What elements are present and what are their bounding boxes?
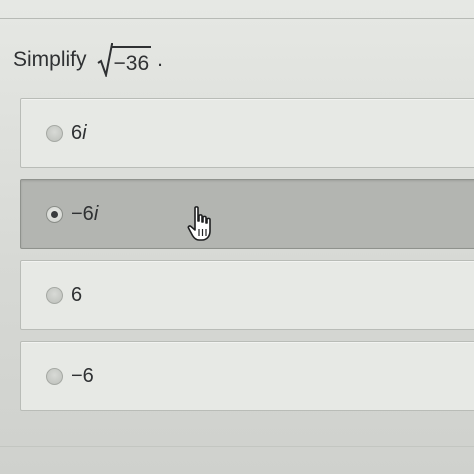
answer-number: −6 — [71, 364, 94, 387]
answer-option-2[interactable]: −6i — [20, 179, 474, 249]
hand-pointer-icon — [187, 206, 211, 241]
top-divider — [0, 18, 474, 19]
radicand: −36 — [111, 46, 152, 77]
radio-button-icon[interactable] — [46, 367, 63, 385]
answer-variable: i — [82, 121, 87, 144]
answer-option-3[interactable]: 6 — [20, 260, 474, 330]
radical-sign-icon — [96, 43, 113, 77]
radio-button-icon[interactable] — [46, 124, 63, 142]
answer-label: 6i — [71, 122, 87, 145]
answer-option-1[interactable]: 6i — [20, 98, 474, 168]
question-period: . — [157, 48, 163, 71]
radio-selected-dot — [51, 210, 58, 218]
answer-label: −6 — [71, 365, 94, 388]
answer-number: −6 — [71, 202, 94, 225]
radio-button-icon[interactable] — [46, 205, 63, 223]
question-prompt: Simplify −36 . — [13, 42, 163, 78]
bottom-divider — [0, 446, 474, 447]
radio-button-icon[interactable] — [46, 286, 63, 304]
answer-label: 6 — [71, 284, 82, 307]
square-root-expression: −36 — [96, 43, 152, 77]
answer-number: 6 — [71, 121, 83, 144]
answer-variable: i — [93, 202, 99, 225]
answer-number: 6 — [71, 283, 83, 306]
answer-options: 6i −6i 6 −6 — [20, 98, 474, 422]
answer-label: −6i — [71, 203, 98, 226]
question-text: Simplify — [13, 48, 87, 71]
answer-option-4[interactable]: −6 — [20, 341, 474, 411]
